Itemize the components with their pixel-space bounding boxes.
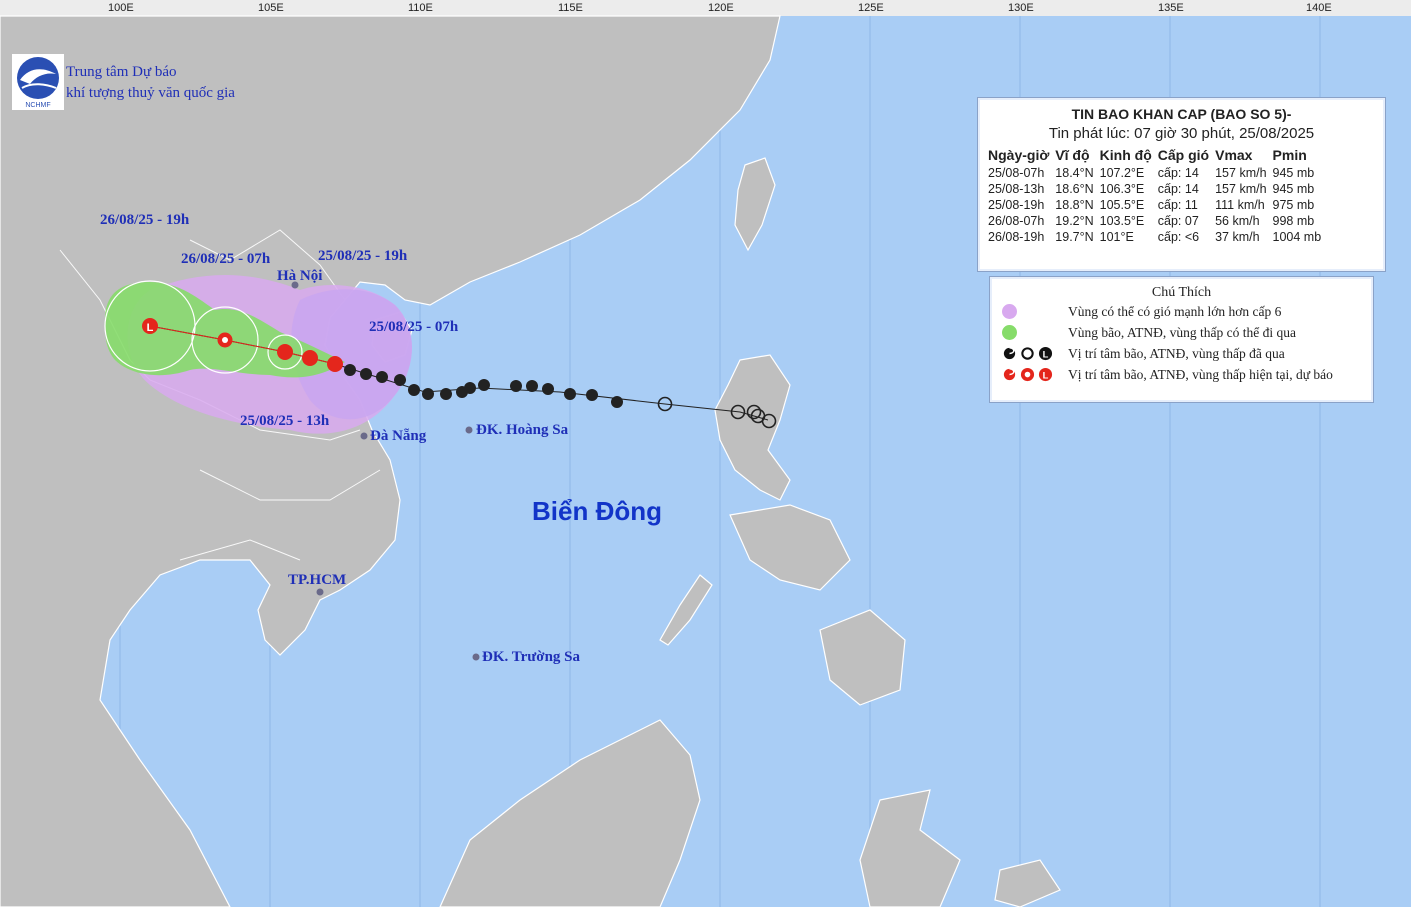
legend-item-past: L Vị trí tâm bão, ATNĐ, vùng thấp đã qua [1002, 343, 1373, 364]
cell: cấp: 14 [1157, 182, 1199, 196]
legend-item-strong-wind: Vùng có thể có gió mạnh lớn hơn cấp 6 [1002, 301, 1373, 322]
col-header: Kinh độ [1099, 147, 1152, 163]
label-time-2508-13h: 25/08/25 - 13h [240, 413, 330, 429]
low-pressure-icon: L [1038, 346, 1053, 361]
table-header: Ngày-giờ Vĩ độ Kinh độ Cấp gió Vmax Pmin [986, 147, 1325, 165]
legend-label: Vị trí tâm bão, ATNĐ, vùng thấp đã qua [1068, 345, 1285, 361]
cell: 56 km/h [1215, 214, 1260, 228]
label-time-2508-19h: 25/08/25 - 19h [318, 248, 408, 264]
label-time-2508-07h: 25/08/25 - 07h [369, 319, 459, 335]
cell: 1004 mb [1272, 230, 1322, 244]
lon-tick: 135E [1158, 2, 1184, 14]
cell: 19.2°N [1055, 214, 1094, 228]
legend-label: Vùng bão, ATNĐ, vùng thấp có thể đi qua [1068, 324, 1296, 340]
lon-tick: 140E [1306, 2, 1332, 14]
storm-icon [1003, 368, 1016, 381]
label-truongsa: ĐK. Trường Sa [482, 649, 581, 665]
storm-icon [1003, 347, 1016, 360]
legend-item-forecast: L Vị trí tâm bão, ATNĐ, vùng thấp hiện t… [1002, 364, 1373, 385]
lon-tick: 100E [108, 2, 134, 14]
purple-circle-icon [1002, 304, 1017, 319]
bulletin-issued: Tin phát lúc: 07 giờ 30 phút, 25/08/2025 [1048, 125, 1315, 142]
logo-text: NCHMF [25, 102, 50, 109]
org-line-2: khí tượng thuỷ văn quốc gia [66, 85, 235, 101]
table-row: 25/08-13h 18.6°N 106.3°E cấp: 14 157 km/h 945… [986, 181, 1325, 197]
legend-item-danger-zone: Vùng bão, ATNĐ, vùng thấp có thể đi qua [1002, 322, 1373, 343]
lon-tick: 110E [408, 2, 433, 14]
label-hoangsa: ĐK. Hoàng Sa [476, 422, 569, 438]
table-row: 25/08-19h 18.8°N 105.5°E cấp: 11 111 km/h 975… [986, 197, 1325, 213]
cell: 157 km/h [1215, 166, 1267, 180]
bulletin-title: TIN BAO KHAN CAP (BAO SO 5)- [1071, 106, 1292, 122]
cell: 101°E [1099, 230, 1134, 244]
legend-panel: Chú Thích Vùng có thể có gió mạnh lớn hơ… [989, 276, 1374, 403]
svg-text:L: L [1043, 370, 1049, 380]
cell: 18.8°N [1055, 198, 1094, 212]
svg-text:L: L [147, 322, 154, 334]
lon-tick: 120E [708, 2, 734, 14]
col-header: Vĩ độ [1055, 147, 1090, 163]
low-pressure-icon: L [1038, 367, 1053, 382]
label-bien-dong: Biển Đông [532, 496, 662, 526]
cell: cấp: 07 [1157, 214, 1199, 228]
label-hcm: TP.HCM [288, 572, 347, 588]
cell: 25/08-07h [988, 166, 1045, 180]
cell: 107.2°E [1099, 166, 1145, 180]
longitude-axis-band [0, 0, 1411, 16]
col-header: Cấp gió [1157, 147, 1210, 163]
org-line-1: Trung tâm Dự báo [66, 64, 177, 80]
cell: 106.3°E [1099, 182, 1145, 196]
cell: cấp: <6 [1157, 230, 1200, 244]
cell: cấp: 14 [1157, 166, 1199, 180]
cell: 19.7°N [1055, 230, 1094, 244]
green-circle-icon [1002, 325, 1017, 340]
cell: 18.6°N [1055, 182, 1094, 196]
col-header: Pmin [1272, 147, 1307, 163]
cell: 26/08-07h [988, 214, 1045, 228]
label-danang: Đà Nẵng [370, 428, 427, 444]
lon-tick: 105E [258, 2, 284, 14]
cell: 945 mb [1272, 166, 1315, 180]
legend-label: Vị trí tâm bão, ATNĐ, vùng thấp hiện tại… [1068, 366, 1333, 382]
cell: 157 km/h [1215, 182, 1267, 196]
label-hanoi: Hà Nội [277, 268, 323, 284]
lon-tick: 130E [1008, 2, 1034, 14]
cell: cấp: 11 [1157, 198, 1198, 212]
cell: 25/08-19h [988, 198, 1045, 212]
svg-text:L: L [1043, 349, 1049, 359]
table-row: 26/08-19h 19.7°N 101°E cấp: <6 37 km/h 1004 m… [986, 229, 1325, 245]
legend-title: Chú Thích [1151, 285, 1212, 300]
org-name: Trung tâm Dự báo khí tượng thuỷ văn quốc… [66, 62, 235, 104]
table-row: 25/08-07h 18.4°N 107.2°E cấp: 14 157 km/h 945… [986, 165, 1325, 181]
nchmf-logo: NCHMF [12, 54, 64, 110]
bulletin-table: Ngày-giờ Vĩ độ Kinh độ Cấp gió Vmax Pmin… [986, 147, 1325, 245]
cell: 111 km/h [1215, 198, 1265, 212]
cell: 105.5°E [1099, 198, 1145, 212]
table-row: 26/08-07h 19.2°N 103.5°E cấp: 07 56 km/h 998 … [986, 213, 1325, 229]
cell: 998 mb [1272, 214, 1315, 228]
lon-tick: 115E [558, 2, 583, 14]
cell: 25/08-13h [988, 182, 1045, 196]
depression-icon [1021, 347, 1034, 360]
cell: 37 km/h [1215, 230, 1260, 244]
lon-tick: 125E [858, 2, 884, 14]
cell: 18.4°N [1055, 166, 1094, 180]
cell: 26/08-19h [988, 230, 1045, 244]
label-time-2608-07h: 26/08/25 - 07h [181, 251, 271, 267]
col-header: Ngày-giờ [988, 147, 1050, 163]
cell: 103.5°E [1099, 214, 1145, 228]
cell: 975 mb [1272, 198, 1315, 212]
bulletin-panel: TIN BAO KHAN CAP (BAO SO 5)- Tin phát lú… [977, 97, 1386, 272]
legend-label: Vùng có thể có gió mạnh lớn hơn cấp 6 [1068, 303, 1282, 319]
depression-icon [1020, 367, 1035, 382]
label-time-2608-19h: 26/08/25 - 19h [100, 212, 190, 228]
col-header: Vmax [1215, 147, 1253, 163]
cell: 945 mb [1272, 182, 1315, 196]
